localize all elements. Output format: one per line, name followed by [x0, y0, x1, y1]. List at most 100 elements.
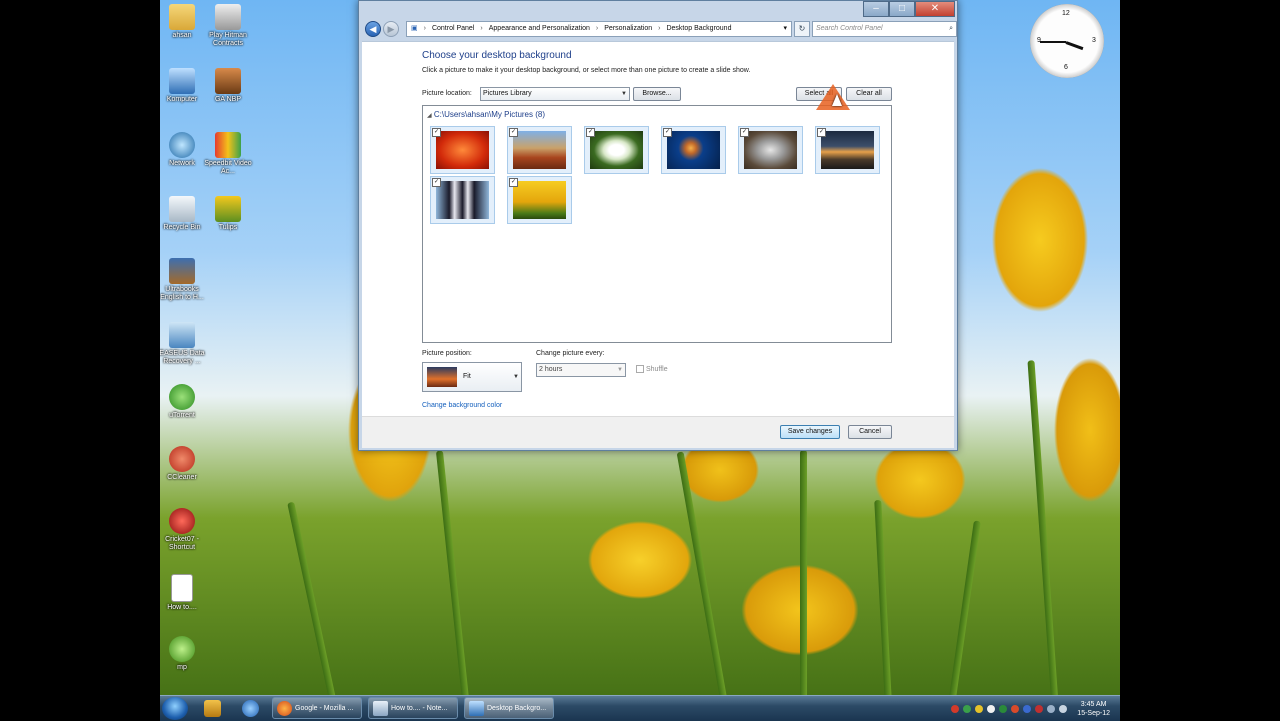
picture-checkbox[interactable]: ✓ — [663, 128, 672, 137]
picture-thumbnail-hydrangeas[interactable]: ✓ — [584, 126, 649, 174]
desktop-icon-computer[interactable]: Komputer — [160, 68, 208, 104]
picture-checkbox[interactable]: ✓ — [432, 128, 441, 137]
picture-thumbnail-chrysanthemum[interactable]: ✓ — [430, 126, 495, 174]
desktop-icon-easeus[interactable]: EASEUS Data Recovery ... — [160, 322, 208, 366]
tray-app-icon[interactable] — [963, 704, 972, 713]
breadcrumb-desktop-background[interactable]: Desktop Background — [666, 22, 731, 36]
network-tray-icon[interactable] — [1047, 704, 1056, 713]
firefox-icon — [277, 701, 292, 716]
desktop-icon-label: uTorrent — [169, 412, 195, 419]
chevron-down-icon[interactable]: ▾ — [783, 22, 787, 36]
desktop-icon-hitman[interactable]: Play Hitman Contracts — [202, 4, 254, 48]
tray-app-icon[interactable] — [951, 704, 960, 713]
browse-button[interactable]: Browse... — [633, 87, 681, 101]
search-input[interactable]: Search Control Panel ⌕ — [812, 21, 957, 37]
picture-thumbnail-tulips[interactable]: ✓ — [507, 176, 572, 224]
game-icon — [215, 4, 241, 30]
minute-hand — [1040, 41, 1066, 43]
breadcrumb-personalization[interactable]: Personalization — [604, 22, 652, 36]
picture-thumbnail-jellyfish[interactable]: ✓ — [661, 126, 726, 174]
lighthouse-image — [821, 131, 874, 169]
notepad-icon — [373, 701, 388, 716]
stem — [946, 520, 981, 720]
close-button[interactable]: ✕ — [915, 1, 955, 17]
video-icon — [215, 132, 241, 158]
desktop-icon-speedbit[interactable]: Speedbit Video Ac... — [202, 132, 254, 176]
search-icon[interactable]: ⌕ — [949, 22, 953, 36]
save-changes-button[interactable]: Save changes — [780, 425, 840, 439]
desktop-icon-utorrent[interactable]: uTorrent — [160, 384, 208, 420]
back-arrow-icon[interactable]: ◀ — [365, 21, 381, 37]
cancel-button[interactable]: Cancel — [848, 425, 892, 439]
picture-checkbox[interactable]: ✓ — [740, 128, 749, 137]
change-picture-every-select[interactable]: 2 hours ▼ — [536, 363, 626, 377]
breadcrumb-control-panel[interactable]: Control Panel — [432, 22, 474, 36]
picture-checkbox[interactable]: ✓ — [509, 128, 518, 137]
breadcrumb[interactable]: ▣ › Control Panel › Appearance and Perso… — [406, 21, 792, 37]
picture-location-label: Picture location: — [422, 90, 472, 97]
internet-explorer-icon[interactable] — [242, 700, 259, 717]
desktop-icon-recycle-bin[interactable]: Recycle Bin — [160, 196, 208, 232]
desktop-icon-mp[interactable]: mp — [160, 636, 208, 672]
picture-checkbox[interactable]: ✓ — [432, 178, 441, 187]
taskbar-item-desktop-background[interactable]: Desktop Backgro... — [464, 697, 554, 719]
taskbar-item-firefox[interactable]: Google - Mozilla ... — [272, 697, 362, 719]
taskbar-item-notepad[interactable]: How to.... - Note... — [368, 697, 458, 719]
desktop-icon-label: Cricket07 - Shortcut — [165, 536, 199, 551]
picture-thumbnail-desert[interactable]: ✓ — [507, 126, 572, 174]
shuffle-checkbox[interactable] — [636, 365, 644, 373]
stem — [800, 450, 807, 720]
koala-image — [744, 131, 797, 169]
picture-checkbox[interactable]: ✓ — [817, 128, 826, 137]
desktop-icon-ga-nbp[interactable]: GA NBP — [202, 68, 254, 104]
maximize-button[interactable]: □ — [889, 1, 915, 17]
change-background-color-link[interactable]: Change background color — [422, 402, 502, 409]
desktop-icon-label: Komputer — [166, 96, 198, 103]
clear-all-button[interactable]: Clear all — [846, 87, 892, 101]
desktop-icon-ccleaner[interactable]: CCleaner — [160, 446, 208, 482]
desktop-icon-how-to[interactable]: How to.... — [160, 574, 208, 612]
tray-app-icon[interactable] — [1011, 704, 1020, 713]
picture-thumbnail-lighthouse[interactable]: ✓ — [815, 126, 880, 174]
picture-thumbnail-koala[interactable]: ✓ — [738, 126, 803, 174]
page-instructions: Click a picture to make it your desktop … — [422, 67, 751, 74]
media-player-icon[interactable] — [204, 700, 221, 717]
desktop-icon-tulips[interactable]: Tulips — [202, 196, 254, 232]
address-bar-row: ◀ ▶ ▣ › Control Panel › Appearance and P… — [362, 20, 957, 38]
clock-gadget[interactable]: 12 3 6 9 — [1030, 4, 1104, 78]
folder-group-header[interactable]: ◢ C:\Users\ahsan\My Pictures (8) — [427, 110, 545, 119]
tray-app-icon[interactable] — [987, 704, 996, 713]
tray-app-icon[interactable] — [975, 704, 984, 713]
refresh-icon[interactable]: ↻ — [794, 21, 810, 37]
start-button[interactable] — [162, 697, 188, 720]
desktop-background-window: – □ ✕ ◀ ▶ ▣ › Control Panel › Appearance… — [358, 0, 958, 451]
clock-number: 12 — [1062, 10, 1070, 17]
utorrent-tray-icon[interactable] — [999, 704, 1008, 713]
tray-app-icon[interactable] — [1035, 704, 1044, 713]
cricket-icon — [169, 508, 195, 534]
clock-number: 6 — [1064, 64, 1068, 71]
desktop-icon-label: Network — [169, 160, 195, 167]
control-panel-icon: ▣ — [411, 25, 418, 32]
utorrent-icon — [169, 384, 195, 410]
taskbar-clock[interactable]: 3:45 AM 15-Sep-12 — [1077, 700, 1110, 718]
desktop-icon-cricket07[interactable]: Cricket07 - Shortcut — [160, 508, 208, 552]
minimize-button[interactable]: – — [863, 1, 889, 17]
image-icon — [215, 196, 241, 222]
desktop-icon-ultrabooks[interactable]: Ultrabooks English to H... — [160, 258, 208, 302]
desktop-icon-label: mp — [177, 664, 187, 671]
forward-arrow-icon[interactable]: ▶ — [383, 21, 399, 37]
volume-icon[interactable] — [1059, 704, 1068, 713]
picture-location-select[interactable]: Pictures Library ▼ — [480, 87, 630, 101]
picture-thumbnail-penguins[interactable]: ✓ — [430, 176, 495, 224]
desktop-icon-user-folder[interactable]: ahsan — [160, 4, 208, 40]
shuffle-option[interactable]: Shuffle — [636, 365, 668, 373]
breadcrumb-appearance[interactable]: Appearance and Personalization — [489, 22, 590, 36]
picture-checkbox[interactable]: ✓ — [509, 178, 518, 187]
desktop-icon-network[interactable]: Network — [160, 132, 208, 168]
desktop-icon-label: Ultrabooks English to H... — [160, 286, 204, 301]
picture-position-select[interactable]: Fit ▼ — [422, 362, 522, 392]
bluetooth-icon[interactable] — [1023, 704, 1032, 713]
desktop-icon-label: How to.... — [167, 604, 197, 611]
picture-checkbox[interactable]: ✓ — [586, 128, 595, 137]
